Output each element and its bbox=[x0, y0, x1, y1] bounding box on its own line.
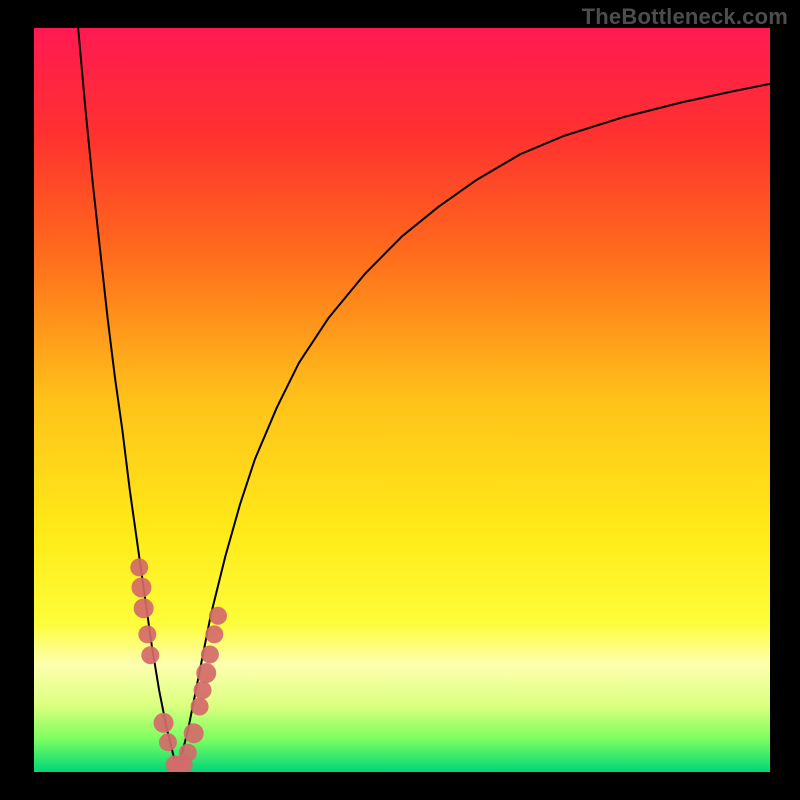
data-point bbox=[141, 646, 159, 664]
data-point bbox=[205, 625, 223, 643]
data-point bbox=[154, 713, 174, 733]
data-point bbox=[201, 645, 219, 663]
data-point bbox=[131, 577, 151, 597]
data-point bbox=[191, 698, 209, 716]
data-point bbox=[194, 681, 212, 699]
chart-svg bbox=[34, 28, 770, 772]
data-point bbox=[184, 723, 204, 743]
data-point bbox=[159, 733, 177, 751]
data-point bbox=[134, 598, 154, 618]
data-point bbox=[130, 558, 148, 576]
data-point bbox=[209, 607, 227, 625]
data-point bbox=[138, 625, 156, 643]
watermark-text: TheBottleneck.com bbox=[582, 4, 788, 30]
chart-frame: TheBottleneck.com bbox=[0, 0, 800, 800]
data-point bbox=[196, 663, 216, 683]
data-point bbox=[179, 744, 197, 762]
plot-area bbox=[34, 28, 770, 772]
